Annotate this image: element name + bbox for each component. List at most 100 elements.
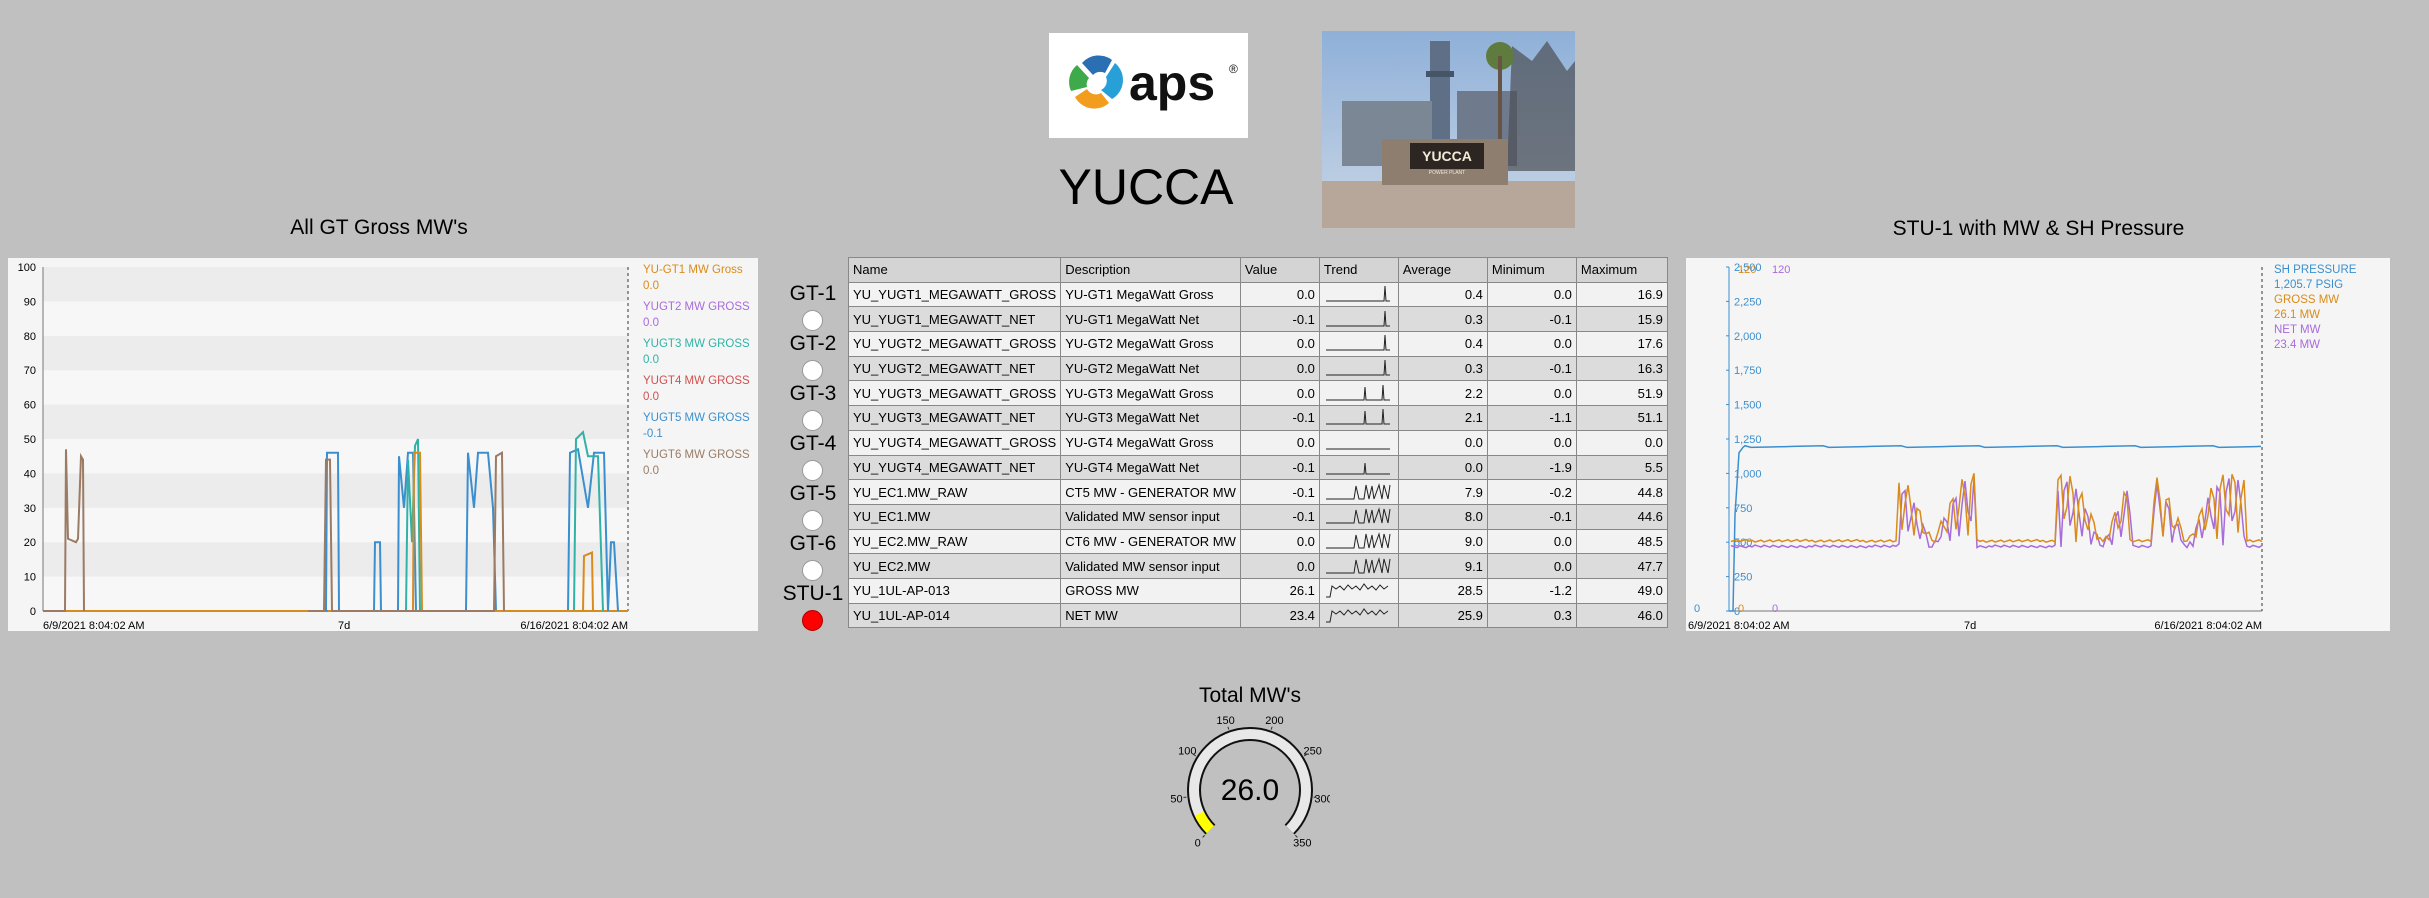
y-tick-label: 2,000 — [1734, 331, 1762, 343]
gauge-tick-label: 0 — [1195, 837, 1201, 849]
col-value[interactable]: Value — [1239, 257, 1320, 283]
cell-minimum: 0.0 — [1486, 528, 1577, 555]
col-minimum[interactable]: Minimum — [1486, 257, 1577, 283]
cell-maximum: 5.5 — [1575, 454, 1668, 481]
table-row[interactable]: YU_EC1.MW_RAW CT5 MW - GENERATOR MW -0.1 7.… — [847, 479, 1668, 505]
sparkline-icon — [1325, 384, 1390, 401]
trend-sparkline — [1318, 281, 1399, 308]
cell-name: YU_YUGT2_MEGAWATT_NET — [847, 355, 1062, 382]
cell-maximum: 48.5 — [1575, 528, 1668, 555]
gt-gross-trend-chart[interactable]: 100 90 80 70 60 50 40 30 20 10 0 6/9/2021 8:04:02 A… — [8, 258, 758, 631]
cell-description: YU-GT1 MegaWatt Gross — [1060, 281, 1241, 308]
cell-description: GROSS MW — [1060, 577, 1241, 604]
y-tick-label: 70 — [24, 365, 36, 377]
gauge-tick-label: 100 — [1178, 746, 1196, 758]
unit-status-indicator — [802, 460, 823, 481]
table-row[interactable]: YU_YUGT4_MEGAWATT_GROSS YU-GT4 MegaWatt G… — [847, 429, 1668, 456]
legend-series-value: 0.0 — [643, 317, 659, 329]
col-description[interactable]: Description — [1060, 257, 1241, 283]
gauge-tick-label: 200 — [1265, 715, 1283, 727]
table-row[interactable]: YU_YUGT2_MEGAWATT_GROSS YU-GT2 MegaWatt G… — [847, 331, 1668, 357]
y-tick-label: 250 — [1734, 572, 1752, 584]
y-tick-label: 20 — [24, 537, 36, 549]
y-tick-label: 750 — [1734, 503, 1752, 515]
col-maximum[interactable]: Maximum — [1575, 257, 1668, 283]
cell-minimum: -0.1 — [1486, 306, 1577, 333]
cell-description: YU-GT2 MegaWatt Gross — [1060, 331, 1241, 357]
sparkline-icon — [1325, 462, 1390, 475]
logo-text: aps — [1129, 55, 1215, 111]
table-row[interactable]: YU_YUGT4_MEGAWATT_NET YU-GT4 MegaWatt Net… — [847, 454, 1668, 481]
trend-sparkline — [1318, 503, 1399, 530]
table-row[interactable]: YU_YUGT2_MEGAWATT_NET YU-GT2 MegaWatt Net… — [847, 355, 1668, 382]
legend-series-name: YUGT2 MW GROSS — [643, 301, 750, 313]
table-row[interactable]: YU_YUGT3_MEGAWATT_GROSS YU-GT3 MegaWatt G… — [847, 380, 1668, 407]
grid-band — [43, 267, 628, 302]
table-row[interactable]: YU_1UL-AP-013 GROSS MW 26.1 28.5 -1.2 49.0 — [847, 577, 1668, 604]
table-row[interactable]: YU_YUGT3_MEGAWATT_NET YU-GT3 MegaWatt Net… — [847, 405, 1668, 431]
cell-maximum: 47.7 — [1575, 553, 1668, 579]
legend-series-name: SH PRESSURE — [2274, 264, 2357, 276]
y-tick-label: 1,250 — [1734, 434, 1762, 446]
cell-average: 0.0 — [1397, 454, 1488, 481]
net-scale-max: 120 — [1772, 264, 1790, 276]
y-tick-label: 60 — [24, 400, 36, 412]
unit-status-indicator — [802, 360, 823, 381]
cell-name: YU_YUGT3_MEGAWATT_GROSS — [847, 380, 1062, 407]
legend-series-name: YUGT5 MW GROSS — [643, 412, 750, 424]
table-row[interactable]: YU_EC1.MW Validated MW sensor input -0.1 8.… — [847, 503, 1668, 530]
cell-description: CT6 MW - GENERATOR MW — [1060, 528, 1241, 555]
gauge-tick-label: 150 — [1216, 715, 1234, 727]
total-mw-gauge: 0 50 100 150 200 250 300 350 26.0 — [1170, 710, 1332, 880]
table-row[interactable]: YU_YUGT1_MEGAWATT_GROSS YU-GT1 MegaWatt G… — [847, 281, 1668, 308]
x-start-label: 6/9/2021 8:04:02 AM — [43, 620, 145, 631]
cell-maximum: 17.6 — [1575, 331, 1668, 357]
cell-average: 28.5 — [1397, 577, 1488, 604]
pressure-scale-min: 0 — [1694, 603, 1700, 615]
cell-maximum: 46.0 — [1575, 602, 1668, 629]
gross-mw-line — [1730, 473, 2263, 544]
cell-minimum: 0.0 — [1486, 429, 1577, 456]
gauge-tick-label: 50 — [1170, 793, 1182, 805]
cell-value: 0.0 — [1239, 380, 1320, 407]
table-row[interactable]: YU_1UL-AP-014 NET MW 23.4 25.9 0.3 46.0 — [847, 602, 1668, 629]
table-row[interactable]: YU_EC2.MW_RAW CT6 MW - GENERATOR MW 0.0 9.0… — [847, 528, 1668, 555]
stu1-trend-chart[interactable]: 2,500 2,250 2,000 1,750 1,500 1,250 1,000 750 50… — [1686, 258, 2390, 631]
sparkline-icon — [1325, 360, 1390, 376]
gross-scale-min: 0 — [1738, 603, 1744, 615]
unit-status-indicator — [802, 410, 823, 431]
cell-minimum: -0.2 — [1486, 479, 1577, 505]
y-tick-label: 2,250 — [1734, 296, 1762, 308]
aps-logo-mark-icon — [1069, 55, 1123, 109]
cell-description: YU-GT3 MegaWatt Gross — [1060, 380, 1241, 407]
legend-series-name: YUGT4 MW GROSS — [643, 375, 750, 387]
left-chart-title: All GT Gross MW's — [290, 216, 468, 239]
cell-average: 0.3 — [1397, 306, 1488, 333]
trend-sparkline — [1318, 429, 1399, 456]
grid-band — [43, 542, 628, 577]
col-average[interactable]: Average — [1397, 257, 1488, 283]
cell-maximum: 15.9 — [1575, 306, 1668, 333]
cell-average: 9.0 — [1397, 528, 1488, 555]
grid-band — [43, 507, 628, 543]
sparkline-icon — [1325, 608, 1389, 623]
gauge-value: 26.0 — [1221, 774, 1279, 807]
tag-table: Name Description Value Trend Average Min… — [847, 257, 1668, 629]
photo-sign-subtext: POWER PLANT — [1429, 170, 1465, 176]
table-row[interactable]: YU_EC2.MW Validated MW sensor input 0.0 9.1… — [847, 553, 1668, 579]
cell-description: YU-GT4 MegaWatt Gross — [1060, 429, 1241, 456]
cell-name: YU_EC2.MW_RAW — [847, 528, 1062, 555]
col-name[interactable]: Name — [847, 257, 1062, 283]
cell-maximum: 16.9 — [1575, 281, 1668, 308]
cell-value: 23.4 — [1239, 602, 1320, 629]
grid-band — [43, 439, 628, 474]
unit-label: GT-2 — [789, 332, 837, 355]
legend-series-value: 26.1 MW — [2274, 309, 2320, 321]
sparkline-icon — [1325, 507, 1391, 524]
grid-band — [43, 370, 628, 405]
cell-average: 0.4 — [1397, 331, 1488, 357]
col-trend[interactable]: Trend — [1318, 257, 1399, 283]
table-row[interactable]: YU_YUGT1_MEGAWATT_NET YU-GT1 MegaWatt Net… — [847, 306, 1668, 333]
legend-series-name: YUGT6 MW GROSS — [643, 449, 750, 461]
unit-label: GT-3 — [789, 382, 837, 405]
